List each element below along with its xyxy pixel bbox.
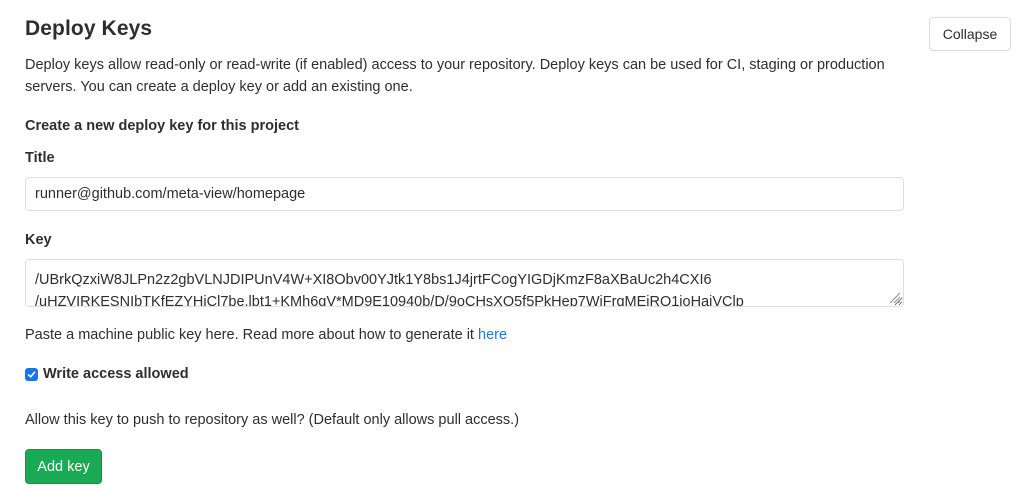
write-access-label[interactable]: Write access allowed [43,366,189,382]
title-input[interactable] [25,177,904,211]
write-access-row[interactable]: Write access allowed [25,366,189,382]
key-label: Key [25,232,52,248]
push-access-help: Allow this key to push to repository as … [25,412,520,428]
write-access-checkbox[interactable] [25,367,38,381]
add-key-button[interactable]: Add key [25,449,102,484]
collapse-button[interactable]: Collapse [929,17,1011,51]
deploy-keys-page: Deploy Keys Collapse Deploy keys allow r… [0,0,1024,499]
help-link[interactable]: here [478,327,507,343]
key-help-label: Paste a machine public key here. Read mo… [25,327,478,343]
title-label: Title [25,150,55,166]
key-help-text: Paste a machine public key here. Read mo… [25,327,507,343]
section-title: Deploy Keys [25,17,153,40]
key-textarea[interactable]: /UBrkQzxiW8JLPn2z2gbVLNJDIPUnV4W+XI8Obv0… [25,259,904,307]
checkmark-icon [27,370,36,378]
section-description: Deploy keys allow read-only or read-writ… [25,57,885,95]
form-heading: Create a new deploy key for this project [25,118,299,134]
